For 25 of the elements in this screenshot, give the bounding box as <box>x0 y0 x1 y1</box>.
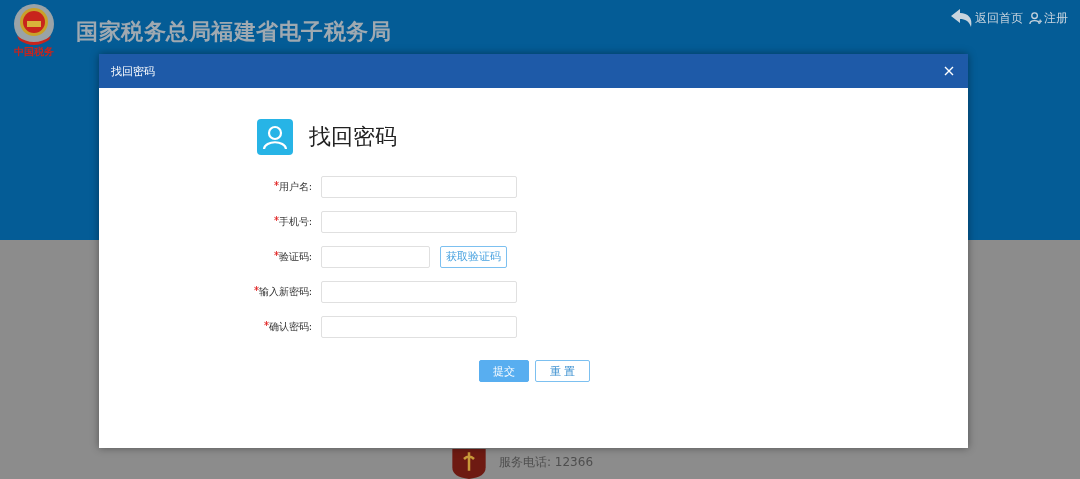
dialog-title: 找回密码 <box>111 63 155 79</box>
input-field[interactable] <box>321 245 430 268</box>
submit-button[interactable]: 提交 <box>479 360 529 382</box>
close-button[interactable] <box>942 64 956 78</box>
get-code-button[interactable]: 获取验证码 <box>440 245 507 268</box>
field-label: 手机号: <box>278 214 312 229</box>
nav-link[interactable]: 返回首页 <box>951 9 1023 27</box>
close-icon <box>944 66 954 76</box>
input-field[interactable] <box>321 280 517 303</box>
field-label: 验证码: <box>278 249 312 264</box>
user-icon <box>257 119 293 155</box>
reset-button[interactable]: 重 置 <box>535 360 590 382</box>
footer-text: 服务电话: 12366 <box>499 454 593 471</box>
field-label: 用户名: <box>278 179 312 194</box>
site-title: 国家税务总局福建省电子税务局 <box>76 18 391 46</box>
field-label: 输入新密码: <box>258 284 312 299</box>
back-arrow-icon <box>951 9 973 27</box>
form-heading: 找回密码 <box>309 123 397 151</box>
input-field[interactable] <box>321 315 517 338</box>
nav-link[interactable]: 注册 <box>1029 9 1068 27</box>
input-field[interactable] <box>321 210 517 233</box>
logo-caption: 中国税务 <box>14 46 54 58</box>
input-field[interactable] <box>321 175 517 198</box>
user-icon <box>1029 11 1042 25</box>
field-label: 确认密码: <box>268 319 312 334</box>
